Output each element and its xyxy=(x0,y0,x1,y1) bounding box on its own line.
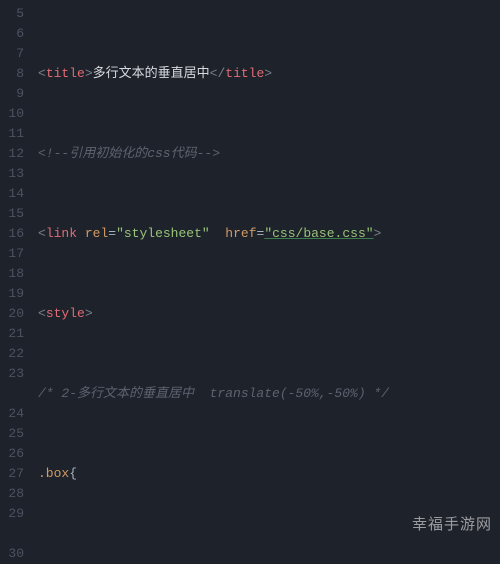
code-area[interactable]: <title>多行文本的垂直居中</title> <!--引用初始化的css代码… xyxy=(32,0,500,540)
code-line[interactable]: /* 2-多行文本的垂直居中 translate(-50%,-50%) */ xyxy=(38,384,500,404)
code-editor[interactable]: 567 8910 111213 141516 171819 202122 232… xyxy=(0,0,500,540)
code-line[interactable]: <title>多行文本的垂直居中</title> xyxy=(38,64,500,84)
code-line[interactable]: <link rel="stylesheet" href="css/base.cs… xyxy=(38,224,500,244)
watermark: 幸福手游网 xyxy=(412,513,492,534)
code-line[interactable]: <!--引用初始化的css代码--> xyxy=(38,144,500,164)
code-line[interactable]: .box{ xyxy=(38,464,500,484)
code-line[interactable]: <style> xyxy=(38,304,500,324)
line-number-gutter: 567 8910 111213 141516 171819 202122 232… xyxy=(0,0,32,540)
